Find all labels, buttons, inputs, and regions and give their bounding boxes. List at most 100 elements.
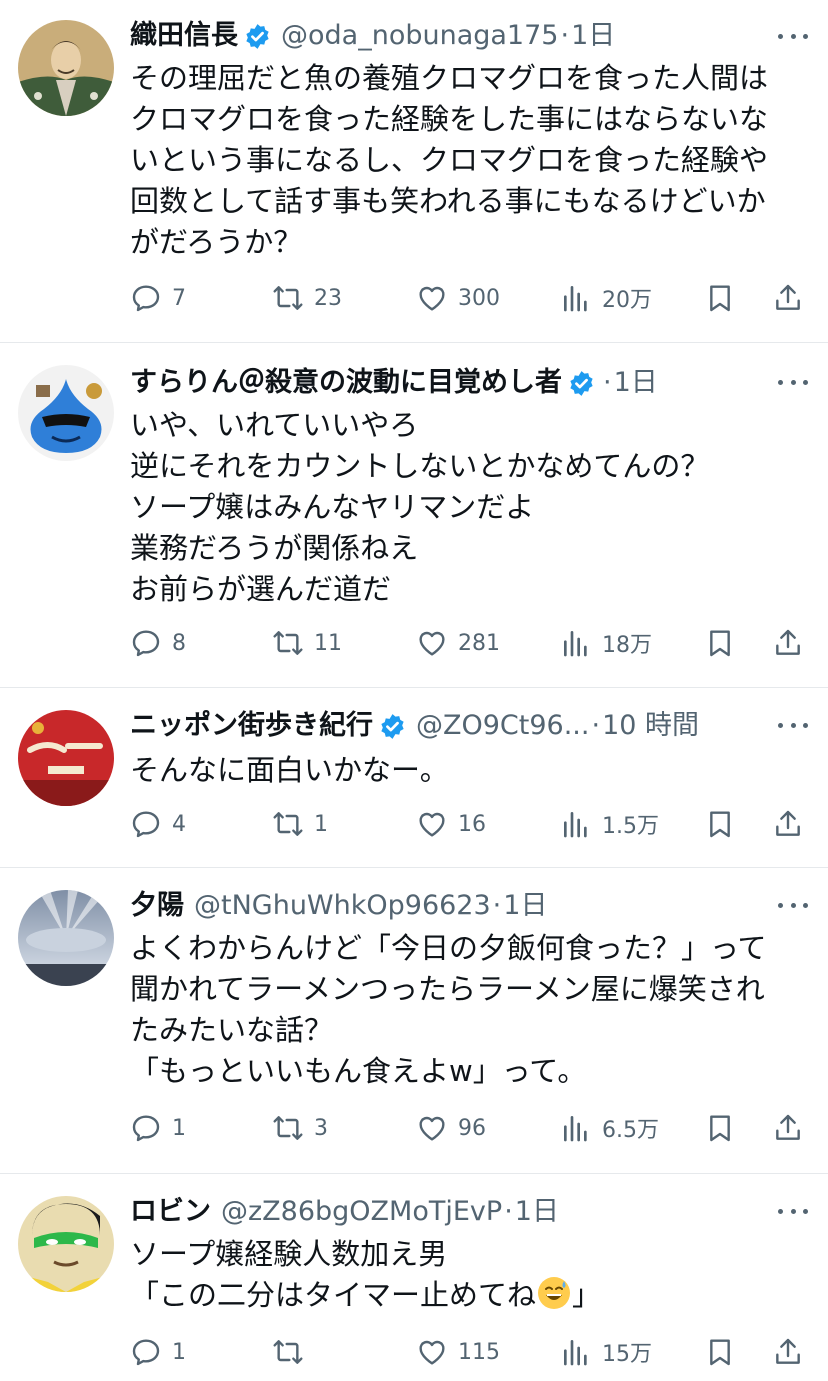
retweet-icon [273, 631, 303, 655]
tweet-text-part: ソープ嬢経験人数加え男 「この二分はタイマー止めてね [130, 1237, 537, 1312]
retweet-button[interactable]: 11 [272, 623, 342, 663]
bookmark-icon [710, 1115, 730, 1142]
reply-button[interactable]: 4 [130, 804, 186, 844]
views-chart-icon [564, 1340, 587, 1366]
like-button[interactable]: 281 [416, 623, 500, 663]
heart-icon [419, 1340, 445, 1365]
heart-icon [419, 631, 445, 656]
views-count: 6.5万 [602, 1118, 659, 1143]
separator: · [591, 710, 601, 741]
share-button[interactable] [772, 623, 804, 663]
bookmark-button[interactable] [704, 804, 736, 844]
views-count: 20万 [602, 288, 652, 313]
bookmark-button[interactable] [704, 278, 736, 318]
red-sign-icon [18, 710, 114, 806]
display-name[interactable]: ニッポン街歩き紀行 [130, 706, 373, 746]
views-button[interactable]: 15万 [560, 1332, 652, 1372]
retweet-count: 3 [314, 1115, 328, 1141]
views-count: 15万 [602, 1342, 652, 1367]
share-button[interactable] [772, 278, 804, 318]
avatar[interactable] [18, 710, 114, 806]
timestamp[interactable]: 1日 [571, 16, 615, 56]
reply-button[interactable]: 1 [130, 1332, 186, 1372]
avatar[interactable] [18, 20, 114, 116]
share-button[interactable] [772, 1108, 804, 1148]
timestamp[interactable]: 1日 [515, 1192, 559, 1232]
bookmark-button[interactable] [704, 623, 736, 663]
more-options-icon[interactable] [778, 890, 808, 920]
tweet[interactable]: すらりん＠殺意の波動に目覚めし者 · 1日 いや、いれていいやろ 逆にそれをカウ… [0, 343, 828, 688]
reply-button[interactable]: 7 [130, 278, 186, 318]
share-button[interactable] [772, 804, 804, 844]
like-button[interactable]: 300 [416, 278, 500, 318]
retweet-button[interactable] [272, 1332, 314, 1372]
user-handle[interactable]: @zZ86bgOZMoTjEvP [221, 1192, 502, 1232]
reply-button[interactable]: 8 [130, 623, 186, 663]
reply-icon [132, 1339, 160, 1366]
timestamp[interactable]: 10 時間 [602, 706, 699, 746]
timestamp[interactable]: 1日 [614, 363, 658, 403]
like-button[interactable]: 16 [416, 804, 486, 844]
avatar[interactable] [18, 890, 114, 986]
masked-cartoon-face-icon [18, 1196, 114, 1292]
bookmark-icon [710, 285, 730, 312]
user-handle[interactable]: @tNGhuWhkOp96623 [194, 886, 491, 926]
user-handle[interactable]: @ZO9Ct96... [416, 706, 589, 746]
display-name[interactable]: すらりん＠殺意の波動に目覚めし者 [130, 363, 562, 403]
bookmark-button[interactable] [704, 1108, 736, 1148]
retweet-button[interactable]: 3 [272, 1108, 328, 1148]
tweet-text: いや、いれていいやろ 逆にそれをカウントしないとかなめてんの？ ソープ嬢はみんな… [130, 408, 710, 606]
more-options-icon[interactable] [778, 710, 808, 740]
reply-button[interactable]: 1 [130, 1108, 186, 1148]
display-name[interactable]: 織田信長 [130, 16, 238, 56]
like-button[interactable]: 115 [416, 1332, 500, 1372]
retweet-icon [273, 1116, 303, 1140]
verified-badge-icon [570, 370, 593, 396]
views-chart-icon [564, 286, 587, 312]
more-options-icon[interactable] [778, 367, 808, 397]
separator: · [492, 890, 502, 921]
views-button[interactable]: 18万 [560, 623, 652, 663]
tweet[interactable]: 夕陽 @tNGhuWhkOp96623 · 1日 よくわからんけど「今日の夕飯何… [0, 868, 828, 1174]
bookmark-icon [710, 630, 730, 657]
retweet-button[interactable]: 1 [272, 804, 328, 844]
heart-icon [419, 812, 445, 837]
views-button[interactable]: 20万 [560, 278, 652, 318]
tweet[interactable]: ニッポン街歩き紀行 @ZO9Ct96... · 10 時間 そんなに面白いかなー… [0, 688, 828, 868]
separator: · [603, 367, 612, 398]
views-button[interactable]: 6.5万 [560, 1108, 659, 1148]
reply-icon [132, 1115, 160, 1142]
views-count: 1.5万 [602, 814, 659, 839]
display-name[interactable]: ロビン [130, 1192, 211, 1232]
timestamp[interactable]: 1日 [503, 886, 547, 926]
tweet-header: 夕陽 @tNGhuWhkOp96623 · 1日 [130, 886, 748, 926]
user-handle[interactable]: @oda_nobunaga175 [281, 16, 558, 56]
share-icon [776, 1338, 800, 1364]
tweet-text: ソープ嬢経験人数加え男 「この二分はタイマー止めてね」 [130, 1234, 798, 1316]
retweet-button[interactable]: 23 [272, 278, 342, 318]
tweet[interactable]: 織田信長 @oda_nobunaga175 · 1日 その理屈だと魚の養殖クロマ… [0, 0, 828, 343]
like-button[interactable]: 96 [416, 1108, 486, 1148]
reply-icon [132, 811, 160, 838]
avatar[interactable] [18, 1196, 114, 1292]
reply-count: 7 [172, 285, 186, 311]
bookmark-button[interactable] [704, 1332, 736, 1372]
action-bar: 4 1 16 1.5万 [130, 804, 810, 844]
action-bar: 1 3 96 6.5万 [130, 1108, 810, 1148]
samurai-portrait-icon [18, 20, 114, 116]
share-icon [776, 1114, 800, 1140]
tweet-text: そんなに面白いかなー。 [130, 753, 449, 787]
views-button[interactable]: 1.5万 [560, 804, 659, 844]
retweet-icon [273, 286, 303, 310]
more-options-icon[interactable] [778, 21, 808, 51]
share-button[interactable] [772, 1332, 804, 1372]
avatar[interactable] [18, 365, 114, 461]
reply-count: 1 [172, 1339, 186, 1365]
tweet-header: すらりん＠殺意の波動に目覚めし者 · 1日 [130, 363, 748, 403]
tweet[interactable]: ロビン @zZ86bgOZMoTjEvP · 1日 ソープ嬢経験人数加え男 「こ… [0, 1174, 828, 1381]
retweet-count: 11 [314, 630, 342, 656]
display-name[interactable]: 夕陽 [130, 886, 184, 926]
more-options-icon[interactable] [778, 1196, 808, 1226]
action-bar: 8 11 281 18万 [130, 623, 810, 663]
reply-icon [132, 285, 160, 312]
